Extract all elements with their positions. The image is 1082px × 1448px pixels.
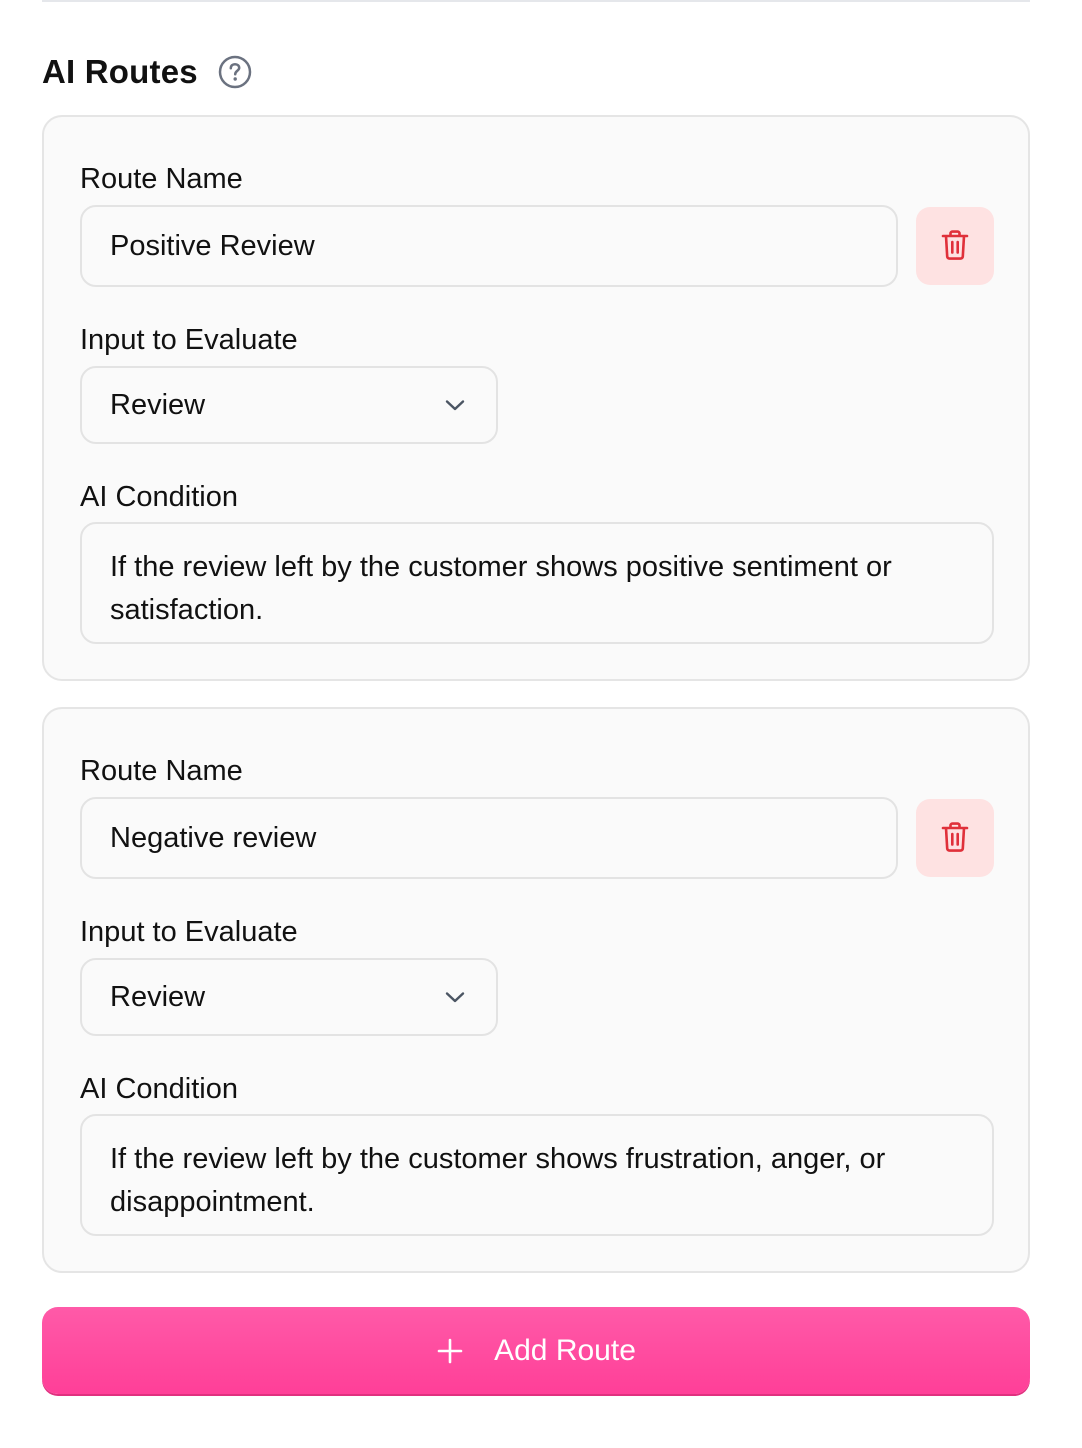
route-name-input[interactable] — [80, 797, 898, 879]
input-to-evaluate-label: Input to Evaluate — [80, 324, 298, 356]
select-value: Review — [110, 388, 206, 421]
chevron-down-icon — [442, 984, 468, 1010]
route-name-label: Route Name — [80, 163, 243, 195]
plus-icon — [436, 1337, 464, 1365]
top-divider — [42, 0, 1030, 2]
input-to-evaluate-label: Input to Evaluate — [80, 916, 298, 948]
ai-condition-textarea[interactable]: If the review left by the customer shows… — [80, 522, 994, 644]
section-header: AI Routes — [42, 50, 252, 94]
route-card: Route Name Input to Evaluate Review AI C — [42, 115, 1030, 681]
chevron-down-icon — [442, 392, 468, 418]
trash-icon — [940, 821, 970, 856]
routes-list: Route Name Input to Evaluate Review AI C — [42, 115, 1030, 1299]
input-to-evaluate-select[interactable]: Review — [80, 366, 498, 444]
delete-route-button[interactable] — [916, 207, 994, 285]
ai-condition-label: AI Condition — [80, 481, 238, 513]
route-card: Route Name Input to Evaluate Review AI C — [42, 707, 1030, 1273]
select-value: Review — [110, 980, 206, 1013]
input-to-evaluate-select[interactable]: Review — [80, 958, 498, 1036]
ai-condition-label: AI Condition — [80, 1073, 238, 1105]
route-name-label: Route Name — [80, 755, 243, 787]
question-circle-icon[interactable] — [218, 55, 252, 89]
trash-icon — [940, 229, 970, 264]
route-name-input[interactable] — [80, 205, 898, 287]
add-route-label: Add Route — [494, 1333, 636, 1367]
add-route-button[interactable]: Add Route — [42, 1307, 1030, 1394]
section-title: AI Routes — [42, 53, 198, 90]
delete-route-button[interactable] — [916, 799, 994, 877]
ai-condition-textarea[interactable]: If the review left by the customer shows… — [80, 1114, 994, 1236]
